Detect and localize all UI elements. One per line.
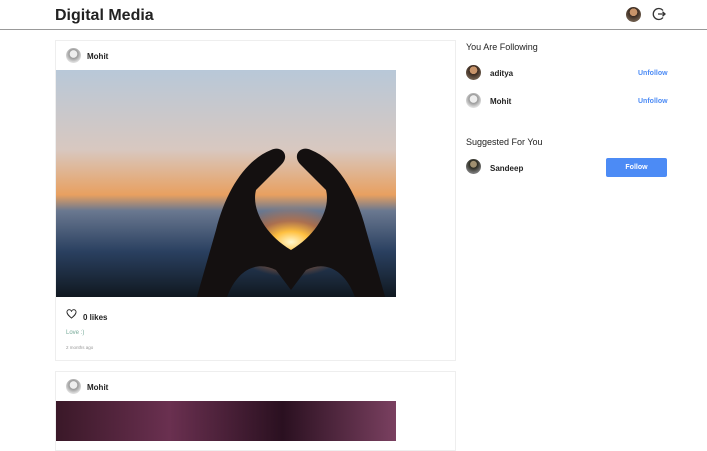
author-name[interactable]: Mohit (87, 52, 108, 61)
likes-count: 0 likes (83, 313, 108, 322)
unfollow-button[interactable]: Unfollow (638, 98, 668, 105)
heart-hands-silhouette (196, 148, 386, 297)
suggested-title: Suggested For You (466, 137, 543, 147)
suggested-name[interactable]: Sandeep (490, 164, 523, 173)
suggested-avatar[interactable] (466, 159, 481, 174)
following-title: You Are Following (466, 42, 538, 52)
following-name[interactable]: aditya (490, 69, 513, 78)
author-name[interactable]: Mohit (87, 383, 108, 392)
post-card: Mohit (55, 371, 456, 451)
post-image (56, 70, 396, 297)
following-name[interactable]: Mohit (490, 97, 511, 106)
post-header: Mohit (56, 41, 455, 70)
following-avatar[interactable] (466, 93, 481, 108)
follow-button[interactable]: Follow (606, 158, 667, 177)
logout-icon[interactable] (652, 7, 666, 21)
post-caption: Love :) (66, 330, 85, 336)
post-image (56, 401, 396, 441)
author-avatar[interactable] (66, 379, 81, 394)
author-avatar[interactable] (66, 48, 81, 63)
like-heart-icon[interactable] (66, 309, 77, 319)
header: Digital Media (0, 0, 707, 30)
app-title[interactable]: Digital Media (55, 7, 154, 25)
post-header: Mohit (56, 372, 455, 401)
post-card: Mohit 0 likes Love :) 2 months ago (55, 40, 456, 361)
post-time: 2 months ago (66, 345, 94, 350)
user-avatar[interactable] (626, 7, 641, 22)
following-avatar[interactable] (466, 65, 481, 80)
unfollow-button[interactable]: Unfollow (638, 70, 668, 77)
